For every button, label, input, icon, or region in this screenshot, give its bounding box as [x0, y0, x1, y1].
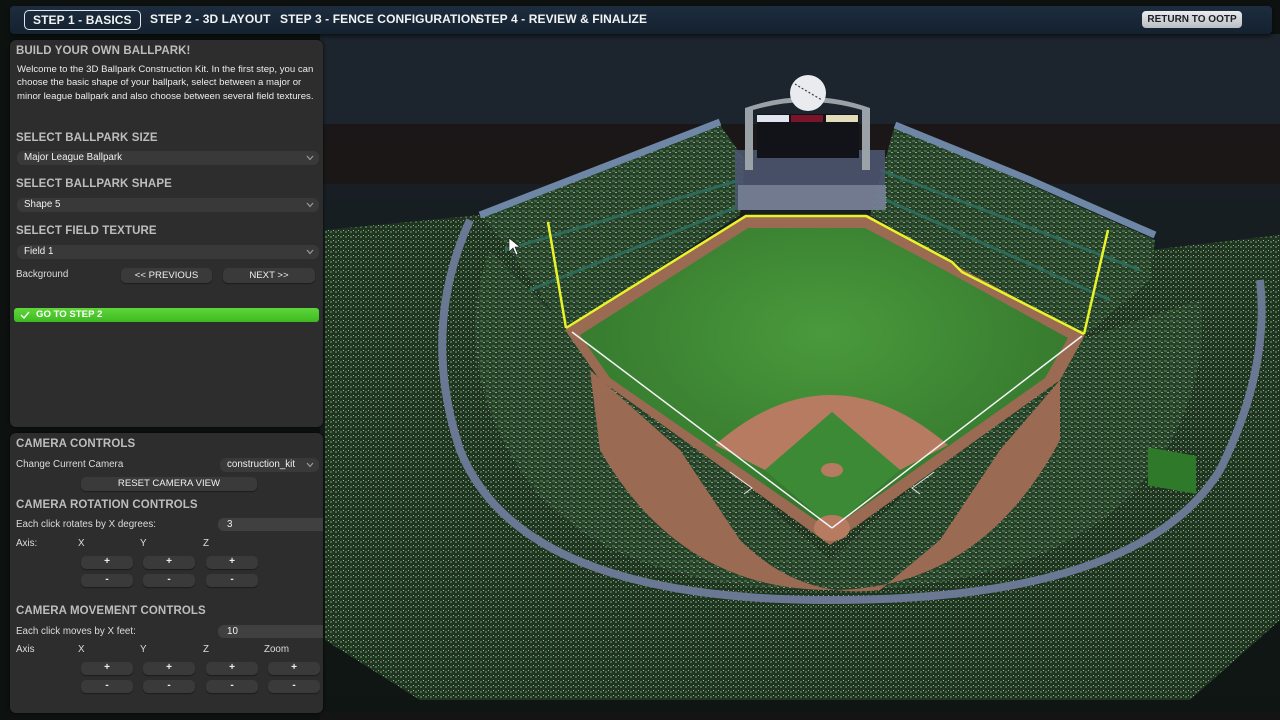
- move-z-minus-button[interactable]: -: [206, 680, 258, 693]
- rotation-axis-z: Z: [203, 538, 209, 549]
- move-x-minus-button[interactable]: -: [81, 680, 133, 693]
- return-to-ootp-button[interactable]: RETURN TO OOTP: [1142, 11, 1242, 28]
- tab-step-3-fence-configuration[interactable]: STEP 3 - FENCE CONFIGURATION: [280, 10, 479, 30]
- camera-select-value: construction_kit: [227, 459, 296, 470]
- rotation-axis-x: X: [78, 538, 85, 549]
- rotate-y-minus-button[interactable]: -: [143, 574, 195, 587]
- ballpark-shape-heading: SELECT BALLPARK SHAPE: [16, 178, 172, 190]
- camera-select-dropdown[interactable]: construction_kit: [220, 458, 319, 472]
- move-y-minus-button[interactable]: -: [143, 680, 195, 693]
- change-camera-label: Change Current Camera: [16, 459, 124, 470]
- reset-camera-view-button[interactable]: RESET CAMERA VIEW: [81, 477, 257, 491]
- go-to-step-2-button[interactable]: GO TO STEP 2: [14, 308, 319, 322]
- movement-axis-zoom: Zoom: [264, 644, 290, 655]
- previous-background-button[interactable]: << PREVIOUS: [121, 268, 212, 283]
- ballpark-size-value: Major League Ballpark: [24, 152, 123, 163]
- ballpark-shape-value: Shape 5: [24, 199, 61, 210]
- rotate-y-plus-button[interactable]: +: [143, 556, 195, 569]
- move-x-plus-button[interactable]: +: [81, 662, 133, 675]
- tab-step-2-3d-layout[interactable]: STEP 2 - 3D LAYOUT: [150, 10, 271, 30]
- next-background-button[interactable]: NEXT >>: [223, 268, 315, 283]
- step-navigation-bar: STEP 1 - BASICS STEP 2 - 3D LAYOUT STEP …: [10, 6, 1272, 34]
- chevron-down-icon: [306, 202, 314, 208]
- pitchers-mound: [821, 463, 843, 477]
- camera-movement-heading: CAMERA MOVEMENT CONTROLS: [16, 605, 206, 617]
- field-texture-dropdown[interactable]: Field 1: [17, 245, 319, 259]
- rotation-step-label: Each click rotates by X degrees:: [16, 519, 156, 530]
- rotation-degrees-input[interactable]: 3: [218, 518, 323, 531]
- panel-title: BUILD YOUR OWN BALLPARK!: [16, 45, 191, 57]
- ballpark-size-dropdown[interactable]: Major League Ballpark: [17, 151, 319, 165]
- rotate-x-plus-button[interactable]: +: [81, 556, 133, 569]
- ballpark-shape-dropdown[interactable]: Shape 5: [17, 198, 319, 212]
- zoom-plus-button[interactable]: +: [268, 662, 320, 675]
- field-texture-value: Field 1: [24, 246, 54, 257]
- tab-step-1-basics[interactable]: STEP 1 - BASICS: [24, 10, 141, 30]
- tab-step-4-review-finalize[interactable]: STEP 4 - REVIEW & FINALIZE: [476, 10, 647, 30]
- movement-step-label: Each click moves by X feet:: [16, 626, 136, 637]
- background-label: Background: [16, 269, 69, 280]
- movement-axis-x: X: [78, 644, 85, 655]
- camera-rotation-heading: CAMERA ROTATION CONTROLS: [16, 499, 198, 511]
- field-texture-heading: SELECT FIELD TEXTURE: [16, 225, 157, 237]
- rotation-axis-label: Axis:: [16, 538, 38, 549]
- movement-axis-label: Axis: [16, 644, 35, 655]
- movement-axis-y: Y: [140, 644, 147, 655]
- rotate-z-plus-button[interactable]: +: [206, 556, 258, 569]
- move-y-plus-button[interactable]: +: [143, 662, 195, 675]
- rotation-axis-y: Y: [140, 538, 147, 549]
- go-to-step-2-label: GO TO STEP 2: [36, 309, 103, 320]
- zoom-minus-button[interactable]: -: [268, 680, 320, 693]
- movement-axis-z: Z: [203, 644, 209, 655]
- chevron-down-icon: [306, 249, 314, 255]
- checkmark-icon: [20, 311, 30, 320]
- basics-panel: BUILD YOUR OWN BALLPARK! Welcome to the …: [10, 40, 323, 427]
- chevron-down-icon: [306, 462, 314, 468]
- rotate-z-minus-button[interactable]: -: [206, 574, 258, 587]
- camera-controls-panel: CAMERA CONTROLS Change Current Camera co…: [10, 433, 323, 713]
- chevron-down-icon: [306, 155, 314, 161]
- ballpark-size-heading: SELECT BALLPARK SIZE: [16, 132, 158, 144]
- rotate-x-minus-button[interactable]: -: [81, 574, 133, 587]
- intro-text: Welcome to the 3D Ballpark Construction …: [17, 64, 314, 102]
- move-z-plus-button[interactable]: +: [206, 662, 258, 675]
- baseball-icon: [790, 75, 826, 111]
- movement-feet-input[interactable]: 10: [218, 625, 323, 638]
- camera-controls-heading: CAMERA CONTROLS: [16, 438, 136, 450]
